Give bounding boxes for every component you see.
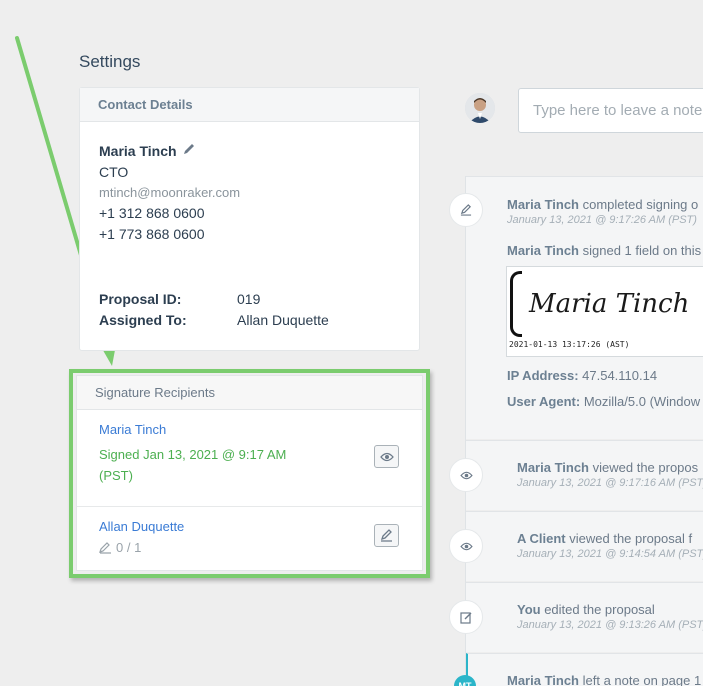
sign-button[interactable] <box>374 524 399 547</box>
signature-script: Maria Tinch <box>529 289 690 319</box>
timeline-date: January 13, 2021 @ 9:13:26 AM (PST) <box>517 619 703 631</box>
timeline-text: You edited the proposal <box>517 602 655 617</box>
recipient-name-link[interactable]: Allan Duquette <box>99 519 400 534</box>
contact-phone-2: +1 773 868 0600 <box>99 226 205 242</box>
assigned-to-row: Assigned To: Allan Duquette <box>99 312 329 328</box>
edit-icon <box>459 611 471 624</box>
timeline-dot <box>449 458 483 492</box>
timeline-dot <box>449 529 483 563</box>
contact-phone-1: +1 312 868 0600 <box>99 205 205 221</box>
pencil-icon[interactable] <box>182 142 196 159</box>
eye-icon <box>459 471 473 479</box>
timeline-event-viewed <box>466 511 703 581</box>
signature-image: Maria Tinch 2021-01-13 13:17:26 (AST) <box>506 266 703 357</box>
sign-pen-icon <box>99 541 111 554</box>
assigned-to-label: Assigned To: <box>99 312 187 328</box>
timeline-event-viewed <box>466 440 703 510</box>
signature-recipients-header: Signature Recipients <box>77 376 422 410</box>
timeline-text: Maria Tinch viewed the propos <box>517 460 699 475</box>
contact-details-card: Contact Details Maria Tinch CTO mtinch@m… <box>79 87 420 351</box>
eye-icon <box>459 542 473 550</box>
timeline-dot <box>449 193 483 227</box>
recipient-field-count: 0 / 1 <box>99 540 400 555</box>
sign-pen-icon <box>460 204 472 216</box>
recipient-row: Maria Tinch Signed Jan 13, 2021 @ 9:17 A… <box>77 410 422 507</box>
timeline-text: Maria Tinch completed signing o <box>507 197 699 212</box>
timeline-text: Maria Tinch left a note on page 1 <box>507 673 702 686</box>
timeline-date: January 13, 2021 @ 9:14:54 AM (PST) <box>517 548 703 560</box>
timeline-text: A Client viewed the proposal f <box>517 531 693 546</box>
contact-name-row: Maria Tinch <box>99 142 400 159</box>
contact-name: Maria Tinch <box>99 142 177 159</box>
assigned-to-value: Allan Duquette <box>237 312 329 328</box>
view-signature-button[interactable] <box>374 445 399 468</box>
proposal-id-row: Proposal ID: 019 <box>99 291 260 307</box>
user-avatar <box>465 93 495 123</box>
recipient-name-link[interactable]: Maria Tinch <box>99 422 400 437</box>
timeline-date: January 13, 2021 @ 9:17:26 AM (PST) <box>507 214 697 226</box>
contact-role: CTO <box>99 164 129 180</box>
recipient-count-text: 0 / 1 <box>116 540 142 555</box>
contact-details-header: Contact Details <box>80 88 419 122</box>
sign-pen-icon <box>380 529 392 542</box>
timeline-date: January 13, 2021 @ 9:17:16 AM (PST) <box>517 477 703 489</box>
recipient-signed-status: Signed Jan 13, 2021 @ 9:17 AM (PST) <box>99 447 287 483</box>
signature-timestamp: 2021-01-13 13:17:26 (AST) <box>509 340 630 349</box>
proposal-id-label: Proposal ID: <box>99 291 182 307</box>
note-input[interactable]: Type here to leave a note <box>518 88 703 133</box>
recipient-row: Allan Duquette 0 / 1 <box>77 507 422 571</box>
contact-email: mtinch@moonraker.com <box>99 185 241 200</box>
settings-title: Settings <box>79 52 141 71</box>
signature-recipients-card: Signature Recipients Maria Tinch Signed … <box>76 375 423 571</box>
eye-icon <box>379 452 394 461</box>
timeline-dot <box>449 600 483 634</box>
timeline-event-edited <box>466 582 703 652</box>
ip-address: IP Address: 47.54.110.14 <box>507 368 658 383</box>
timeline-text: Maria Tinch signed 1 field on this <box>507 243 702 258</box>
user-agent: User Agent: Mozilla/5.0 (Window <box>507 394 701 409</box>
proposal-id-value: 019 <box>237 291 261 307</box>
